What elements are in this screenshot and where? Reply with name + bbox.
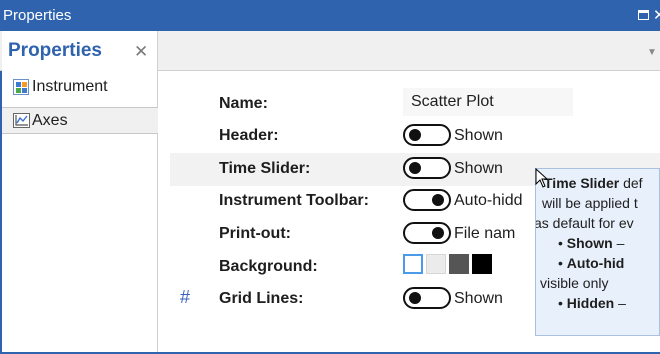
maximize-icon[interactable] [638, 10, 649, 20]
property-label: Print-out: [219, 225, 291, 242]
property-row-name: Name: [170, 88, 660, 121]
property-label: Grid Lines: [219, 290, 304, 307]
axes-icon [13, 113, 30, 128]
property-label: Name: [219, 95, 268, 112]
tooltip-list-item: • Shown – [558, 235, 625, 251]
instrument-toolbar-toggle[interactable] [403, 189, 451, 211]
tab-strip: Properties ✕ ▼ [0, 31, 660, 72]
sidebar-item-axes[interactable]: Axes [2, 107, 158, 134]
close-icon[interactable]: ✕ [653, 6, 660, 24]
property-label: Background: [219, 258, 318, 275]
instrument-toolbar-value: Auto-hidd [454, 192, 523, 209]
time-slider-toggle[interactable] [403, 157, 451, 179]
swatch-white[interactable] [403, 254, 423, 274]
print-out-value: File nam [454, 225, 516, 242]
header-toggle[interactable] [403, 124, 451, 146]
sidebar-item-label: Instrument [32, 78, 108, 95]
close-tab-icon[interactable]: ✕ [134, 43, 148, 60]
grid-lines-toggle[interactable] [403, 287, 451, 309]
time-slider-value: Shown [454, 160, 503, 177]
property-label: Instrument Toolbar: [219, 192, 369, 209]
swatch-dark-gray[interactable] [449, 254, 469, 274]
tab-properties[interactable]: Properties ✕ [2, 31, 158, 72]
print-out-toggle[interactable] [403, 222, 451, 244]
property-label: Time Slider: [219, 160, 311, 177]
sidebar-item-label: Axes [32, 112, 68, 129]
tab-label: Properties [8, 40, 102, 61]
menu-icon[interactable]: ▼ [647, 47, 657, 58]
tooltip-line: Time Slider def [544, 175, 643, 191]
property-row-header: Header: Shown [170, 120, 660, 153]
cursor-icon [535, 168, 549, 188]
tooltip-line: will be applied t [542, 195, 638, 211]
property-label: Header: [219, 127, 279, 144]
tooltip: Time Slider def will be applied t as def… [535, 168, 660, 336]
grid-lines-icon: # [180, 287, 191, 307]
tooltip-line: as default for ev [535, 215, 634, 231]
window-title: Properties [3, 7, 72, 24]
header-value: Shown [454, 127, 503, 144]
swatch-black[interactable] [472, 254, 492, 274]
sidebar: Instrument Axes [2, 71, 158, 352]
tooltip-list-item: • Auto-hid [558, 255, 625, 271]
swatch-light-gray[interactable] [426, 254, 446, 274]
instrument-icon [13, 79, 29, 95]
sidebar-item-instrument[interactable]: Instrument [2, 74, 158, 101]
grid-lines-value: Shown [454, 290, 503, 307]
tooltip-list-item: • Hidden – [558, 295, 626, 311]
name-input[interactable] [403, 88, 573, 116]
window-title-bar: Properties ✕ [0, 0, 660, 31]
tooltip-line: visible only [540, 275, 609, 291]
